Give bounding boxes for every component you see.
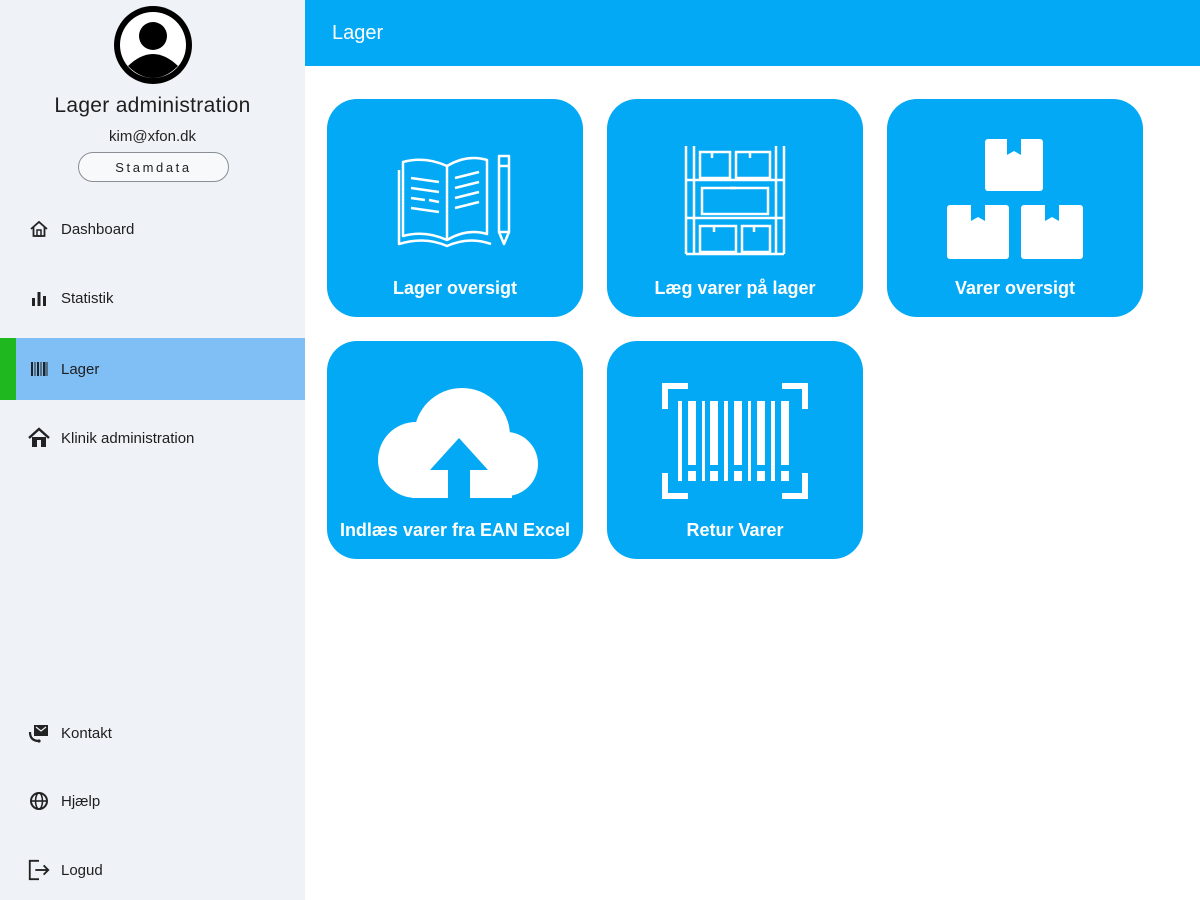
tile-indlaes-varer-fra-ean-excel[interactable]: Indlæs varer fra EAN Excel (327, 341, 583, 559)
sidebar-item-label: Hjælp (61, 792, 101, 810)
header-bar: Lager (305, 0, 1200, 66)
tile-lager-oversigt[interactable]: Lager oversigt (327, 99, 583, 317)
logout-icon (27, 858, 51, 882)
sidebar-item-dashboard[interactable]: Dashboard (0, 198, 305, 260)
sidebar: Lager administration kim@xfon.dk Stamdat… (0, 0, 305, 900)
shelf-boxes-icon (607, 139, 863, 259)
app-title: Lager administration (54, 94, 251, 117)
tile-label: Varer oversigt (954, 278, 1076, 298)
tile-label: Retur Varer (686, 520, 784, 540)
sidebar-item-statistik[interactable]: Statistik (0, 267, 305, 329)
bar-chart-icon (27, 286, 51, 310)
sidebar-item-lager[interactable]: Lager (0, 338, 305, 400)
tile-retur-varer[interactable]: Retur Varer (607, 341, 863, 559)
sidebar-item-hjaelp[interactable]: Hjælp (0, 770, 305, 832)
stamdata-button[interactable]: Stamdata (78, 152, 229, 182)
sidebar-item-label: Lager (61, 360, 100, 378)
book-pencil-icon (327, 139, 583, 259)
sidebar-item-kontakt[interactable]: Kontakt (0, 702, 305, 764)
sidebar-item-label: Dashboard (61, 220, 135, 238)
sidebar-item-label: Klinik administration (61, 429, 195, 447)
sidebar-item-logud[interactable]: Logud (0, 839, 305, 900)
tile-laeg-varer-paa-lager[interactable]: Læg varer på lager (607, 99, 863, 317)
house-icon (27, 426, 51, 450)
tile-label: Lager oversigt (392, 278, 518, 298)
globe-icon (27, 789, 51, 813)
barcode-icon (27, 357, 51, 381)
tile-varer-oversigt[interactable]: Varer oversigt (887, 99, 1143, 317)
main-content: Lager Lager oversigt Læg varer på lager … (305, 0, 1200, 900)
tile-label: Læg varer på lager (654, 278, 816, 298)
home-icon (27, 217, 51, 241)
active-indicator (0, 338, 16, 400)
sidebar-item-label: Kontakt (61, 724, 112, 742)
sidebar-item-klinik-administration[interactable]: Klinik administration (0, 407, 305, 469)
stacked-boxes-icon (887, 138, 1143, 259)
contact-icon (27, 721, 51, 745)
sidebar-item-label: Logud (61, 861, 103, 879)
cloud-upload-icon (327, 383, 583, 503)
avatar-icon (114, 6, 192, 84)
user-email: kim@xfon.dk (109, 128, 196, 145)
page-title: Lager (332, 21, 384, 44)
sidebar-item-label: Statistik (61, 289, 114, 307)
tile-label: Indlæs varer fra EAN Excel (339, 520, 571, 540)
barcode-scan-icon (607, 381, 863, 501)
